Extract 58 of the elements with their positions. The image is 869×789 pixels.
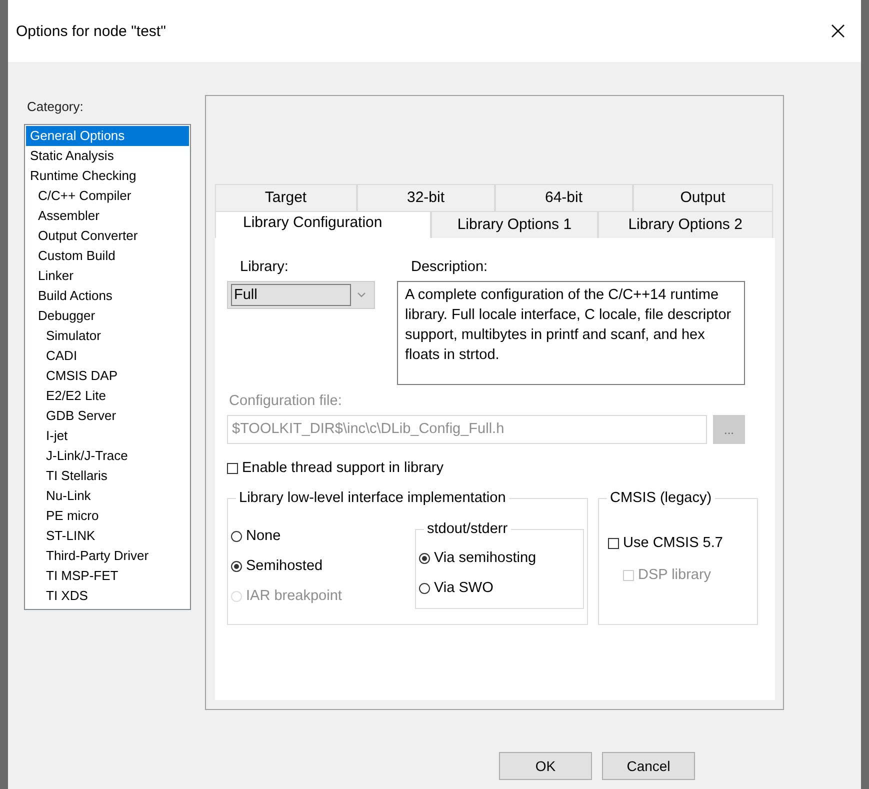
category-item[interactable]: I-jet xyxy=(26,426,189,446)
category-item[interactable]: Assembler xyxy=(26,206,189,226)
category-label: Category: xyxy=(27,99,84,116)
category-item[interactable]: Simulator xyxy=(26,326,189,346)
checkbox-label: DSP library xyxy=(638,567,712,583)
library-label: Library: xyxy=(239,258,290,277)
dialog-button[interactable]: OK xyxy=(499,752,592,780)
category-item[interactable]: Linker xyxy=(26,266,189,286)
close-icon[interactable] xyxy=(831,24,845,38)
category-item[interactable]: C/C++ Compiler xyxy=(26,186,189,206)
description-text: A complete configuration of the C/C++14 runtime library. Full locale interface, C locale, file descriptor support, multibytes in printf and scanf, and hex floats in strtod. xyxy=(397,281,745,385)
group-title: CMSIS (legacy) xyxy=(607,489,715,507)
category-item[interactable]: GDB Server xyxy=(26,406,189,426)
window-title: Options for node "test" xyxy=(16,22,166,40)
category-item[interactable]: E2/E2 Lite xyxy=(26,386,189,406)
radio-label: None xyxy=(246,528,281,544)
category-item[interactable]: Debugger xyxy=(26,306,189,326)
category-item[interactable]: TI Stellaris xyxy=(26,466,189,486)
category-item[interactable]: Runtime Checking xyxy=(26,166,189,186)
category-item[interactable]: Nu-Link xyxy=(26,486,189,506)
tab[interactable]: 32-bit xyxy=(356,184,495,211)
category-item[interactable]: CMSIS DAP xyxy=(26,366,189,386)
radio-button[interactable] xyxy=(419,552,430,564)
category-item[interactable]: CADI xyxy=(26,346,189,366)
tab[interactable]: 64-bit xyxy=(495,184,632,211)
group-title: Library low-level interface implementation xyxy=(236,489,509,507)
radio-label: Via semihosting xyxy=(434,550,536,566)
tab[interactable]: Library Options 1 xyxy=(431,211,598,238)
checkbox-label: Use CMSIS 5.7 xyxy=(623,535,723,551)
radio-button[interactable] xyxy=(419,582,430,594)
category-item[interactable]: Output Converter xyxy=(26,226,189,246)
category-item[interactable]: TI MSP-FET xyxy=(26,566,189,586)
checkbox-label: Enable thread support in library xyxy=(242,460,444,476)
configuration-file-label: Configuration file: xyxy=(228,392,343,411)
radio-button[interactable] xyxy=(231,530,242,542)
description-label: Description: xyxy=(410,258,489,277)
category-item[interactable]: PE micro xyxy=(26,506,189,526)
category-item[interactable]: Third-Party Driver xyxy=(26,546,189,566)
radio-button[interactable] xyxy=(231,560,242,572)
radio-label: Semihosted xyxy=(246,558,323,574)
category-item[interactable]: Static Analysis xyxy=(26,146,189,166)
dialog-button[interactable]: Cancel xyxy=(602,752,695,780)
category-item[interactable]: ST-LINK xyxy=(26,526,189,546)
tab[interactable]: Library Options 2 xyxy=(598,211,773,238)
radio-label: Via SWO xyxy=(434,580,494,596)
category-item[interactable]: General Options xyxy=(26,126,189,146)
category-item[interactable]: Build Actions xyxy=(26,286,189,306)
category-item[interactable]: J-Link/J-Trace xyxy=(26,446,189,466)
tab[interactable]: Library Configuration xyxy=(215,211,432,238)
tab[interactable]: Output xyxy=(632,184,773,211)
category-item[interactable]: TI XDS xyxy=(26,586,189,606)
chevron-down-icon xyxy=(357,292,366,298)
checkbox[interactable] xyxy=(227,462,238,474)
checkbox[interactable] xyxy=(608,538,619,548)
category-item[interactable]: Custom Build xyxy=(26,246,189,266)
library-dropdown[interactable]: Full xyxy=(227,281,375,309)
tab[interactable]: Target xyxy=(215,184,356,211)
radio-label: IAR breakpoint xyxy=(246,588,342,604)
